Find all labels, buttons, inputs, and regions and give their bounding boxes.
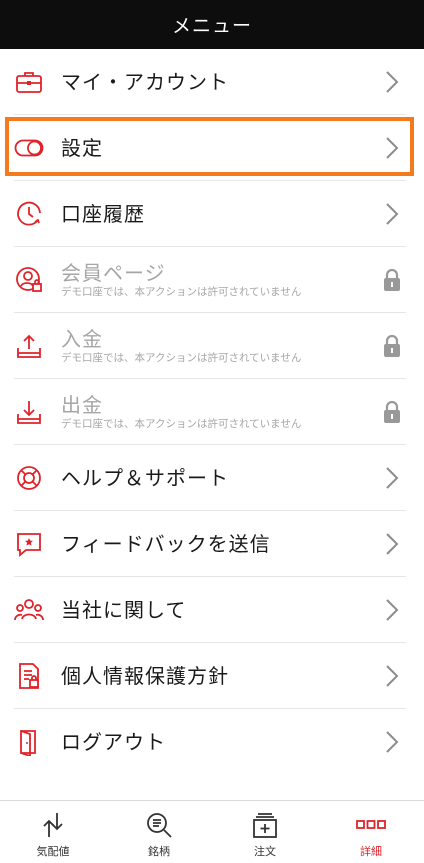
document-lock-icon (14, 661, 44, 691)
chevron-right-icon (380, 664, 404, 688)
menu-item-note: デモ口座では、本アクションは許可されていません (61, 417, 302, 430)
menu-item-note: デモ口座では、本アクションは許可されていません (61, 351, 302, 364)
chevron-right-icon (380, 730, 404, 754)
lifebuoy-icon (14, 463, 44, 493)
tab-details[interactable]: 詳細 (318, 801, 424, 863)
menu-item-label: ヘルプ＆サポート (61, 465, 229, 490)
app-header: メニュー (0, 0, 424, 49)
door-exit-icon (14, 727, 44, 757)
lock-icon (380, 400, 404, 424)
page-title: メニュー (171, 15, 252, 37)
menu-item-withdrawal: 出金 デモ口座では、本アクションは許可されていません (0, 379, 424, 445)
menu-item-label: 口座履歴 (61, 201, 145, 226)
menu-item-member-page: 会員ページ デモ口座では、本アクションは許可されていません (0, 247, 424, 313)
history-clock-icon (14, 199, 44, 229)
lock-icon (380, 268, 404, 292)
tab-label: 詳細 (360, 845, 382, 858)
lock-icon (380, 334, 404, 358)
order-add-icon (250, 810, 280, 840)
people-group-icon (14, 595, 44, 625)
member-lock-icon (14, 265, 44, 295)
menu-item-label: 当社に関して (61, 597, 187, 622)
tab-quotes[interactable]: 気配値 (0, 801, 106, 863)
download-tray-icon (14, 397, 44, 427)
tab-label: 銘柄 (148, 845, 170, 858)
menu-item-label: 設定 (61, 135, 103, 160)
menu-item-my-account[interactable]: マイ・アカウント (0, 49, 424, 115)
menu-item-label: 入金 (61, 326, 103, 351)
feedback-bubble-icon (14, 529, 44, 559)
menu-item-note: デモ口座では、本アクションは許可されていません (61, 285, 302, 298)
chevron-right-icon (380, 532, 404, 556)
menu-item-label: マイ・アカウント (61, 69, 229, 94)
menu-item-label: フィードバックを送信 (61, 531, 271, 556)
menu-item-feedback[interactable]: フィードバックを送信 (0, 511, 424, 577)
toggle-icon (14, 133, 44, 163)
menu-item-settings[interactable]: 設定 (0, 115, 424, 181)
menu-item-label: 個人情報保護方針 (61, 663, 229, 688)
tab-label: 気配値 (36, 845, 70, 858)
search-list-icon (144, 810, 174, 840)
menu-list: マイ・アカウント 設定 口座履歴 会員ページ デモ口座では、本アクションは許可さ… (0, 49, 424, 775)
more-detail-icon (356, 810, 386, 840)
menu-item-logout[interactable]: ログアウト (0, 709, 424, 775)
quotes-arrows-icon (38, 810, 68, 840)
menu-item-label: ログアウト (61, 729, 166, 754)
menu-item-account-history[interactable]: 口座履歴 (0, 181, 424, 247)
menu-item-privacy-policy[interactable]: 個人情報保護方針 (0, 643, 424, 709)
chevron-right-icon (380, 598, 404, 622)
briefcase-icon (14, 67, 44, 97)
menu-item-about-us[interactable]: 当社に関して (0, 577, 424, 643)
tab-symbols[interactable]: 銘柄 (106, 801, 212, 863)
chevron-right-icon (380, 466, 404, 490)
tab-order[interactable]: 注文 (212, 801, 318, 863)
menu-item-help-support[interactable]: ヘルプ＆サポート (0, 445, 424, 511)
chevron-right-icon (380, 202, 404, 226)
bottom-tab-bar: 気配値 銘柄 注文 詳細 (0, 800, 424, 863)
upload-tray-icon (14, 331, 44, 361)
menu-item-label: 会員ページ (61, 260, 166, 285)
menu-item-deposit: 入金 デモ口座では、本アクションは許可されていません (0, 313, 424, 379)
chevron-right-icon (380, 70, 404, 94)
tab-label: 注文 (254, 845, 276, 858)
menu-item-label: 出金 (61, 392, 103, 417)
chevron-right-icon (380, 136, 404, 160)
